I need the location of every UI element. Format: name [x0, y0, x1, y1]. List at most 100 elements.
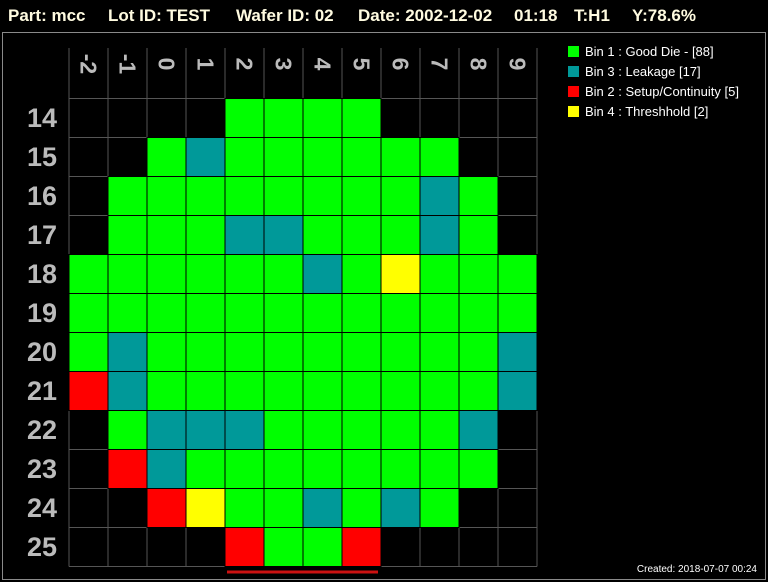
y-tick-label: 24	[27, 493, 57, 523]
die-cell	[341, 176, 382, 216]
y-tick-label: 25	[27, 532, 57, 562]
die-cell	[302, 527, 343, 567]
die-cell	[458, 293, 499, 333]
die-cell	[458, 176, 499, 216]
die-cell	[302, 293, 343, 333]
die-cell	[224, 176, 265, 216]
die-cell	[302, 137, 343, 177]
die-cell	[341, 410, 382, 450]
die-cell	[380, 137, 421, 177]
die-cell	[263, 527, 304, 567]
die-cell	[263, 410, 304, 450]
die-cell	[419, 254, 460, 294]
x-tick-label: 9	[505, 58, 531, 71]
die-cell	[146, 410, 187, 450]
die-cell	[224, 137, 265, 177]
die-cell	[185, 254, 226, 294]
die-cell	[263, 254, 304, 294]
die-cell	[146, 137, 187, 177]
legend-label: Bin 1 : Good Die - [88]	[585, 44, 714, 59]
die-cell	[224, 332, 265, 372]
y-tick-label: 20	[27, 337, 57, 367]
die-cell	[419, 449, 460, 489]
y-tick-labels: 14 15 16 17 18 19 20 21 22 23 24 25	[27, 103, 57, 562]
die-cell	[380, 410, 421, 450]
x-tick-label: 7	[427, 58, 453, 71]
die-cells	[68, 98, 538, 567]
die-cell	[224, 215, 265, 255]
die-cell	[224, 410, 265, 450]
die-cell	[302, 488, 343, 528]
legend: Bin 1 : Good Die - [88] Bin 3 : Leakage […	[568, 44, 739, 119]
die-cell	[497, 293, 538, 333]
die-cell	[185, 488, 226, 528]
y-tick-label: 16	[27, 181, 57, 211]
die-cell	[341, 215, 382, 255]
die-cell	[341, 332, 382, 372]
legend-label: Bin 4 : Threshhold [2]	[585, 104, 708, 119]
die-cell	[224, 98, 265, 138]
die-cell	[107, 449, 148, 489]
die-cell	[380, 449, 421, 489]
legend-swatch	[568, 106, 579, 117]
y-tick-label: 17	[27, 220, 57, 250]
die-cell	[146, 488, 187, 528]
die-cell	[341, 371, 382, 411]
die-cell	[302, 332, 343, 372]
die-cell	[380, 254, 421, 294]
die-cell	[107, 215, 148, 255]
die-cell	[341, 527, 382, 567]
die-cell	[146, 332, 187, 372]
x-tick-label: 3	[271, 58, 297, 71]
die-cell	[497, 332, 538, 372]
die-cell	[185, 449, 226, 489]
die-cell	[458, 254, 499, 294]
die-cell	[458, 215, 499, 255]
y-tick-label: 15	[27, 142, 57, 172]
die-cell	[380, 488, 421, 528]
die-cell	[341, 137, 382, 177]
die-cell	[146, 176, 187, 216]
die-cell	[224, 254, 265, 294]
die-cell	[302, 98, 343, 138]
die-cell	[419, 371, 460, 411]
y-tick-label: 23	[27, 454, 57, 484]
legend-label: Bin 3 : Leakage [17]	[585, 64, 701, 79]
die-cell	[458, 371, 499, 411]
die-cell	[302, 371, 343, 411]
die-cell	[419, 332, 460, 372]
die-cell	[341, 293, 382, 333]
die-cell	[107, 254, 148, 294]
die-cell	[107, 293, 148, 333]
x-tick-label: 2	[232, 58, 258, 71]
die-cell	[224, 527, 265, 567]
die-cell	[146, 293, 187, 333]
x-tick-label: 5	[349, 58, 375, 71]
die-cell	[302, 254, 343, 294]
die-cell	[68, 293, 109, 333]
die-cell	[185, 137, 226, 177]
legend-swatch	[568, 66, 579, 77]
die-cell	[341, 488, 382, 528]
die-cell	[497, 371, 538, 411]
wafer-map-chart: -2 -1 0 1 2 3 4 5 6 7 8 9 141516171819202122232425 …	[27, 44, 757, 575]
die-cell	[380, 176, 421, 216]
die-cell	[185, 215, 226, 255]
die-cell	[263, 293, 304, 333]
die-cell	[146, 215, 187, 255]
die-cell	[458, 449, 499, 489]
die-cell	[107, 371, 148, 411]
die-cell	[185, 371, 226, 411]
die-cell	[458, 332, 499, 372]
die-cell	[497, 254, 538, 294]
die-cell	[263, 332, 304, 372]
die-cell	[68, 371, 109, 411]
die-cell	[341, 449, 382, 489]
die-cell	[419, 410, 460, 450]
die-cell	[302, 449, 343, 489]
die-cell	[380, 215, 421, 255]
x-tick-label: 8	[466, 58, 492, 71]
legend-swatch	[568, 46, 579, 57]
die-cell	[419, 176, 460, 216]
die-cell	[224, 488, 265, 528]
